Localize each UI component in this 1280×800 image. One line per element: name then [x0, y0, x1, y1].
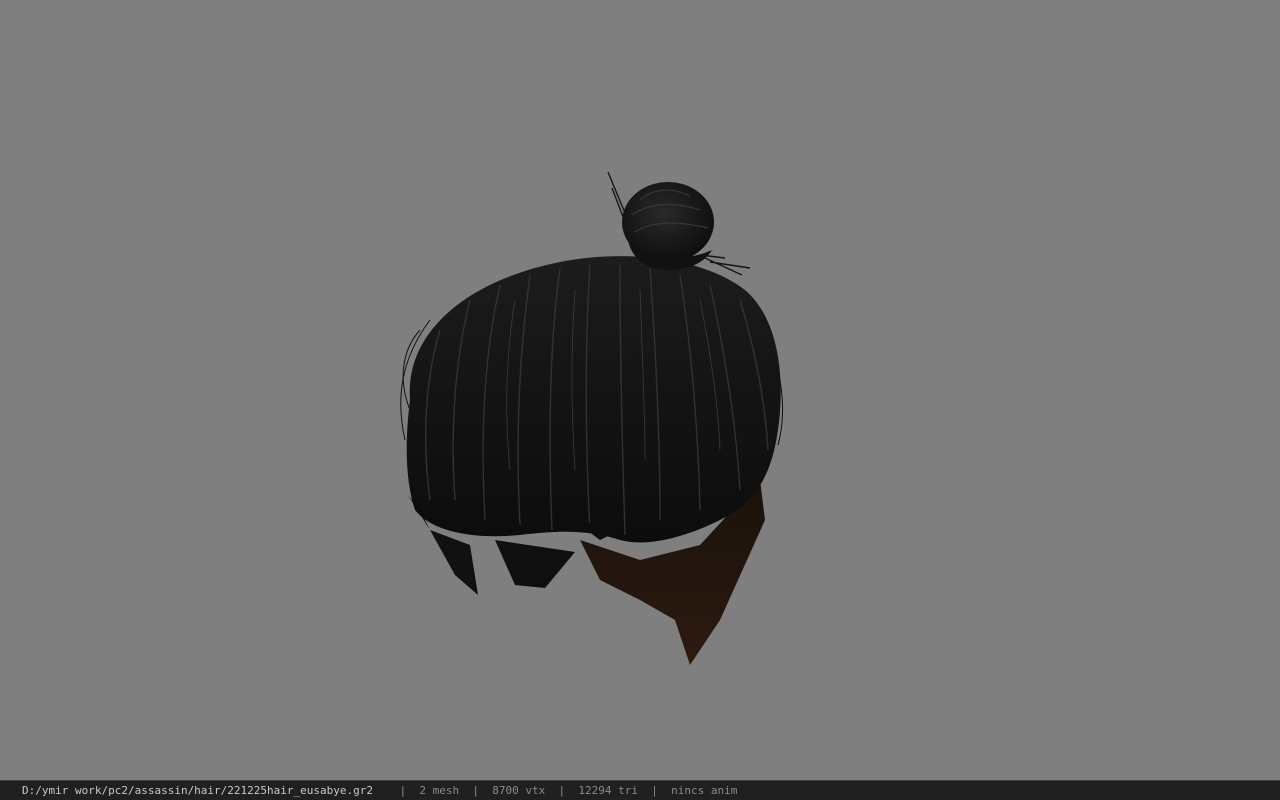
hair-model: [400, 171, 784, 665]
status-separator: |: [558, 784, 566, 797]
mesh-count: 2 mesh: [419, 784, 460, 797]
vertex-count: 8700 vtx: [492, 784, 546, 797]
status-separator: |: [472, 784, 479, 797]
3d-viewport[interactable]: [0, 0, 1280, 780]
file-path: D:/ymir work/pc2/assassin/hair/221225hai…: [22, 784, 373, 797]
status-separator: |: [399, 784, 407, 797]
triangle-count: 12294 tri: [578, 784, 638, 797]
animation-status: nincs anim: [671, 784, 738, 797]
status-separator: |: [651, 784, 658, 797]
hair-main-layer: [400, 256, 784, 543]
status-bar: D:/ymir work/pc2/assassin/hair/221225hai…: [0, 780, 1280, 800]
